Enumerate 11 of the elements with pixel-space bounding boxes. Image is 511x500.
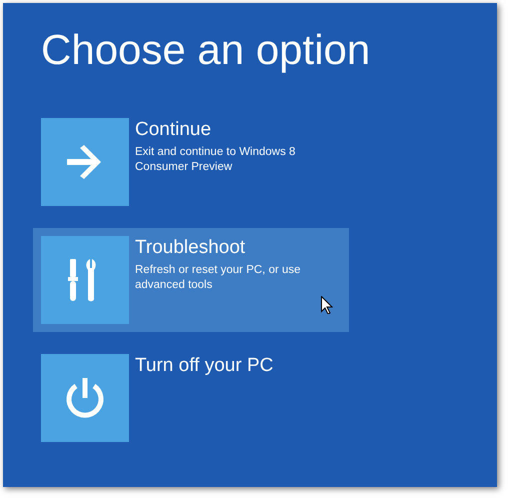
cursor-icon <box>321 296 333 314</box>
option-description: Exit and continue to Windows 8 Consumer Preview <box>135 144 296 175</box>
option-tile[interactable]: Continue Exit and continue to Windows 8 Consumer Preview <box>33 110 349 214</box>
page-title: Choose an option <box>41 29 372 71</box>
option-title: Continue <box>135 118 212 142</box>
option-tile[interactable]: Turn off your PC <box>33 346 349 450</box>
option-title: Troubleshoot <box>135 236 246 260</box>
option-tile[interactable]: Troubleshoot Refresh or reset your PC, or use advanced tools <box>33 228 349 332</box>
option-title: Turn off your PC <box>135 354 274 378</box>
option-description: Refresh or reset your PC, or use advanced tools <box>135 262 302 293</box>
power-icon <box>64 376 106 420</box>
